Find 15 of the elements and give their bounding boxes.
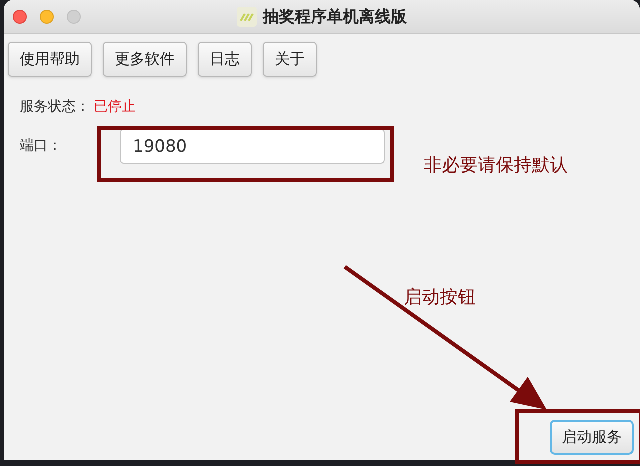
toolbar-button[interactable]: 日志 — [198, 42, 252, 77]
annotation-text: 非必要请保持默认 — [424, 154, 568, 178]
start-service-button[interactable]: 启动服务 — [550, 420, 634, 455]
port-label: 端口： — [20, 137, 63, 156]
toolbar-button[interactable]: 更多软件 — [103, 42, 187, 77]
window-title: 抽奖程序单机离线版 — [263, 6, 407, 28]
status-label: 服务状态： — [20, 98, 91, 116]
port-input-field[interactable]: 19080 — [120, 129, 385, 164]
app-icon — [237, 6, 257, 26]
toolbar-button[interactable]: 使用帮助 — [8, 42, 92, 77]
close-button[interactable] — [13, 10, 27, 24]
annotation-text: 启动按钮 — [404, 286, 476, 310]
toolbar-button[interactable]: 关于 — [263, 42, 317, 77]
status-value: 已停止 — [94, 98, 136, 116]
minimize-button[interactable] — [40, 10, 54, 24]
